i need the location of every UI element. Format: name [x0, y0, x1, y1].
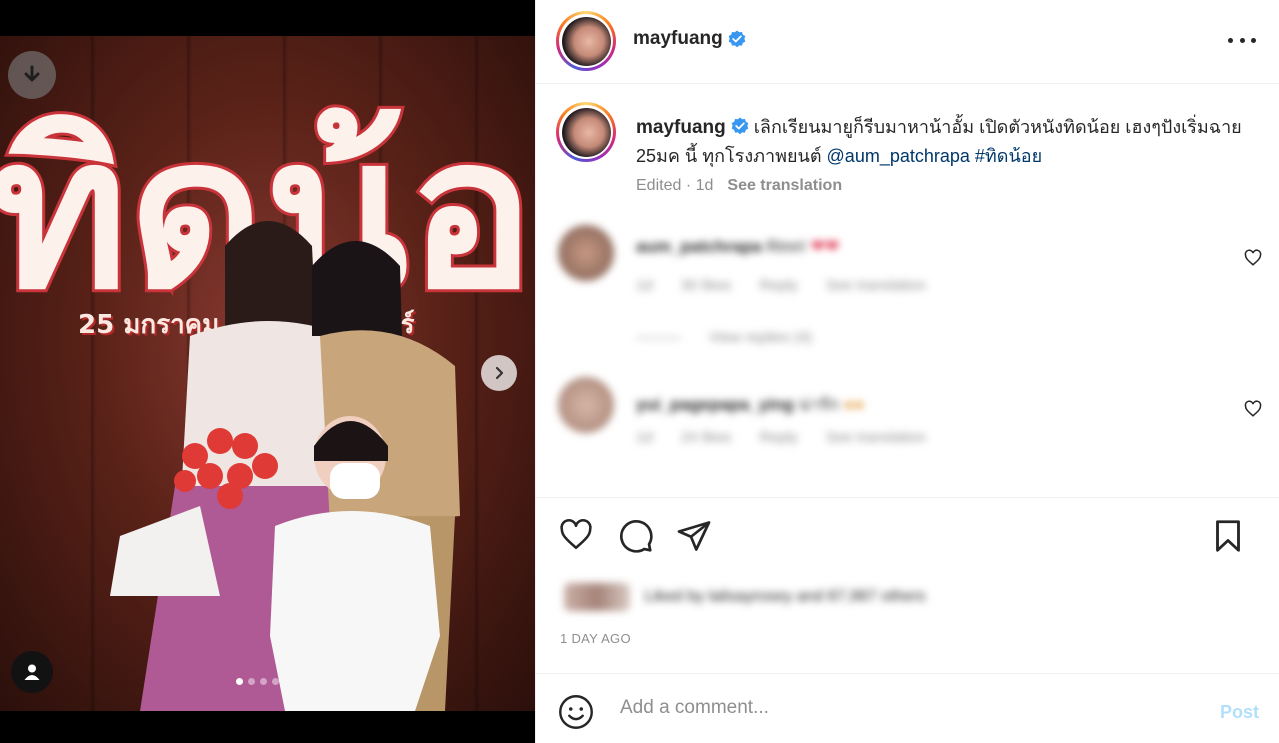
caption-username[interactable]: mayfuang — [636, 117, 726, 138]
share-icon — [677, 521, 711, 551]
bookmark-icon — [1216, 520, 1240, 552]
post-photo[interactable]: ทิดน้อย 25 มกราคม ทุกโรงภาพยนตร์ — [0, 36, 535, 711]
more-options-button[interactable] — [1228, 28, 1256, 52]
download-button[interactable] — [8, 51, 56, 99]
heart-icon — [1244, 400, 1262, 417]
comments-section: mayfuang เลิกเรียนมายูก็รีบมาหาน้าอั้ม เ… — [536, 85, 1279, 496]
post-media: ทิดน้อย 25 มกราคม ทุกโรงภาพยนตร์ — [0, 0, 535, 743]
comment-like-button[interactable] — [1244, 400, 1262, 423]
photo-people — [110, 221, 460, 711]
liked-by-avatars — [564, 583, 630, 611]
user-icon — [24, 664, 40, 680]
post-comment-button[interactable]: Post — [1220, 702, 1259, 723]
caption-avatar[interactable] — [556, 102, 616, 162]
more-horizontal-icon — [1228, 37, 1233, 43]
heart-icon — [560, 519, 592, 550]
liked-by-summary[interactable]: Liked by lalisayrosey and 87,987 others — [564, 583, 926, 611]
carousel-dot — [248, 678, 255, 685]
comment-icon — [619, 519, 653, 553]
save-button[interactable] — [1210, 518, 1246, 559]
chevron-right-icon — [495, 366, 504, 380]
carousel-dot — [236, 678, 243, 685]
tagged-users-button[interactable] — [11, 651, 53, 693]
carousel-next-button[interactable] — [481, 355, 517, 391]
heart-icon — [1244, 249, 1262, 266]
view-replies-link[interactable]: ——— View replies (4) — [636, 329, 812, 346]
comment-text: yui_pagepapa_ying น่ารัก ●● — [636, 395, 865, 414]
header-username[interactable]: mayfuang — [633, 28, 723, 50]
carousel-indicator — [236, 678, 279, 685]
caption-hashtag-link[interactable]: #ทิดน้อย — [975, 146, 1042, 166]
post-timestamp[interactable]: 1 DAY AGO — [560, 631, 631, 646]
arrow-down-icon — [24, 65, 40, 82]
verified-badge-icon — [728, 30, 746, 48]
post-actions: Liked by lalisayrosey and 87,987 others … — [536, 497, 1279, 673]
caption-mention-link[interactable]: @aum_patchrapa — [827, 146, 970, 166]
comment-avatar[interactable] — [558, 377, 614, 433]
comment-input[interactable] — [620, 690, 1180, 726]
comment-meta: 1d 24 likes Reply See translation — [636, 429, 926, 446]
emoji-icon — [559, 695, 593, 729]
liked-by-text: Liked by lalisayrosey and 87,987 others — [644, 588, 926, 606]
comment-avatar[interactable] — [558, 225, 614, 281]
post-caption: mayfuang เลิกเรียนมายูก็รีบมาหาน้าอั้ม เ… — [636, 113, 1246, 171]
header-username-group: mayfuang — [633, 28, 746, 50]
header-avatar[interactable] — [556, 11, 616, 71]
caption-edited-time: Edited · 1d — [636, 177, 714, 194]
add-comment-bar: Post — [536, 673, 1279, 743]
comment-like-button[interactable] — [1244, 249, 1262, 272]
see-translation-link[interactable]: See translation — [727, 177, 842, 195]
caption-meta: Edited · 1d See translation — [636, 177, 842, 195]
post-sidebar: mayfuang mayfuang เลิกเรียนมายูก็รีบมาหา… — [535, 0, 1279, 743]
comment-button[interactable] — [618, 518, 654, 559]
comment-text: aum_patchrapa Rinn! ❤❤ — [636, 237, 840, 256]
carousel-dot — [272, 678, 279, 685]
carousel-dot — [260, 678, 267, 685]
share-button[interactable] — [676, 518, 712, 559]
comment-meta: 1d 30 likes Reply See translation — [636, 277, 926, 294]
emoji-button[interactable] — [558, 694, 594, 735]
like-button[interactable] — [558, 518, 594, 557]
post-header: mayfuang — [536, 0, 1279, 84]
verified-badge-icon — [731, 117, 749, 135]
